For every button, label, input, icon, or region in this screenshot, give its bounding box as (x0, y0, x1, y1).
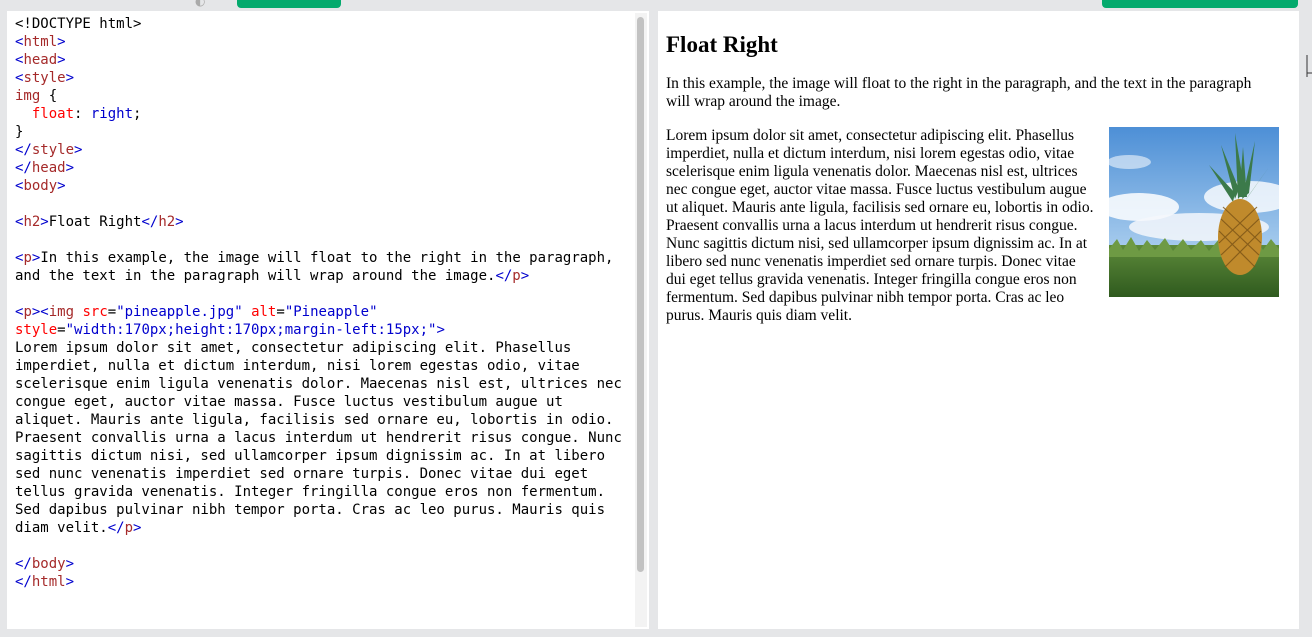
code-p1-text: In this example, the image will float to… (15, 250, 622, 284)
css-selector: img (15, 88, 41, 104)
result-intro: In this example, the image will float to… (666, 75, 1252, 110)
panel-divider[interactable] (649, 11, 658, 629)
result-body-text: Lorem ipsum dolor sit amet, consectetur … (666, 127, 1094, 324)
scrollbar-thumb[interactable] (637, 17, 644, 572)
pineapple-image (1109, 127, 1279, 297)
partial-icon: ◐ (195, 0, 206, 8)
top-toolbar: ◐ (0, 0, 1312, 8)
toolbar-button[interactable] (237, 0, 341, 8)
result-preview: Float Right In this example, the image w… (658, 11, 1299, 629)
doctype-line: <!DOCTYPE html> (15, 16, 142, 32)
resize-handle-icon[interactable] (1306, 55, 1312, 77)
code-scrollbar[interactable] (635, 13, 647, 627)
code-h2-text: Float Right (48, 214, 142, 230)
css-property: float (31, 106, 75, 122)
code-p2-text: Lorem ipsum dolor sit amet, consectetur … (15, 340, 631, 536)
run-button[interactable] (1102, 0, 1298, 8)
css-value: right (90, 106, 134, 122)
result-paragraph: Lorem ipsum dolor sit amet, consectetur … (666, 127, 1279, 325)
code-editor[interactable]: <!DOCTYPE html> <html> <head> <style> im… (7, 11, 649, 629)
code-text[interactable]: <!DOCTYPE html> <html> <head> <style> im… (15, 15, 625, 591)
result-heading: Float Right (666, 32, 778, 57)
